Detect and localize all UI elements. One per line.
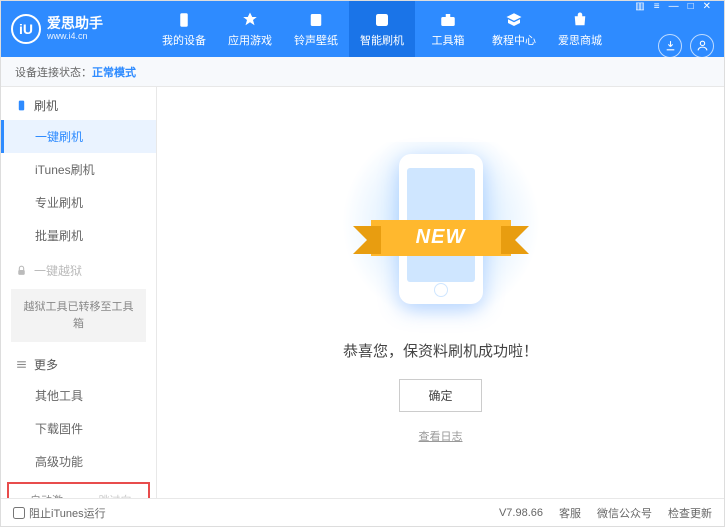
success-illustration: NEW	[341, 142, 541, 322]
titlebar: iU 爱思助手 www.i4.cn 我的设备 应用游戏 铃声壁纸 智能刷机 工具…	[1, 1, 724, 57]
checkbox-block-itunes[interactable]: 阻止iTunes运行	[13, 505, 106, 521]
statusbar: 设备连接状态： 正常模式	[1, 57, 724, 87]
sidebar-section-jailbreak: 一键越狱	[1, 252, 156, 285]
nav-smart-flash[interactable]: 智能刷机	[349, 1, 415, 57]
maximize-icon[interactable]: □	[685, 1, 697, 12]
view-log-link[interactable]: 查看日志	[419, 428, 463, 444]
status-value: 正常模式	[92, 64, 136, 80]
minimize-icon[interactable]: —	[666, 1, 682, 12]
flash-options-box: 自动激活 跳过向导	[7, 482, 150, 498]
download-button[interactable]	[658, 34, 682, 58]
jailbreak-moved-notice[interactable]: 越狱工具已转移至工具箱	[11, 289, 146, 342]
nav-apps-games[interactable]: 应用游戏	[217, 1, 283, 57]
logo-icon: iU	[11, 14, 41, 44]
app-url: www.i4.cn	[47, 32, 103, 42]
footer-link-support[interactable]: 客服	[559, 505, 581, 521]
close-icon[interactable]: ✕	[700, 1, 714, 12]
sidebar-item-other-tools[interactable]: 其他工具	[1, 379, 156, 412]
sidebar-item-advanced[interactable]: 高级功能	[1, 445, 156, 478]
footer-link-wechat[interactable]: 微信公众号	[597, 505, 652, 521]
sidebar: 刷机 一键刷机 iTunes刷机 专业刷机 批量刷机 一键越狱 越狱工具已转移至…	[1, 87, 157, 498]
nav-toolbox[interactable]: 工具箱	[415, 1, 481, 57]
sidebar-section-flash[interactable]: 刷机	[1, 87, 156, 120]
sidebar-item-batch-flash[interactable]: 批量刷机	[1, 219, 156, 252]
ok-button[interactable]: 确定	[399, 379, 481, 412]
success-message: 恭喜您，保资料刷机成功啦！	[343, 340, 538, 361]
nav-store[interactable]: 爱思商城	[547, 1, 613, 57]
footer-link-update[interactable]: 检查更新	[668, 505, 712, 521]
nav-tutorials[interactable]: 教程中心	[481, 1, 547, 57]
lock-icon	[15, 264, 28, 277]
nav-my-device[interactable]: 我的设备	[151, 1, 217, 57]
profile-button[interactable]	[690, 34, 714, 58]
top-nav: 我的设备 应用游戏 铃声壁纸 智能刷机 工具箱 教程中心 爱思商城	[151, 1, 632, 57]
menu-icon[interactable]: ▥	[632, 1, 647, 12]
main-panel: NEW 恭喜您，保资料刷机成功啦！ 确定 查看日志	[157, 87, 724, 498]
nav-ringtones[interactable]: 铃声壁纸	[283, 1, 349, 57]
status-label: 设备连接状态：	[15, 64, 92, 80]
phone-icon	[15, 99, 28, 112]
sidebar-item-pro-flash[interactable]: 专业刷机	[1, 186, 156, 219]
version-label: V7.98.66	[499, 507, 543, 519]
footer: 阻止iTunes运行 V7.98.66 客服 微信公众号 检查更新	[1, 498, 724, 526]
sidebar-item-download-firmware[interactable]: 下载固件	[1, 412, 156, 445]
list-icon	[15, 358, 28, 371]
new-ribbon: NEW	[371, 220, 511, 256]
sidebar-item-oneclick-flash[interactable]: 一键刷机	[1, 120, 156, 153]
window-controls: ▥ ≡ — □ ✕	[632, 1, 714, 12]
logo[interactable]: iU 爱思助手 www.i4.cn	[11, 14, 151, 44]
app-name: 爱思助手	[47, 16, 103, 31]
tray-icon[interactable]: ≡	[651, 1, 663, 12]
sidebar-section-more[interactable]: 更多	[1, 346, 156, 379]
sidebar-item-itunes-flash[interactable]: iTunes刷机	[1, 153, 156, 186]
